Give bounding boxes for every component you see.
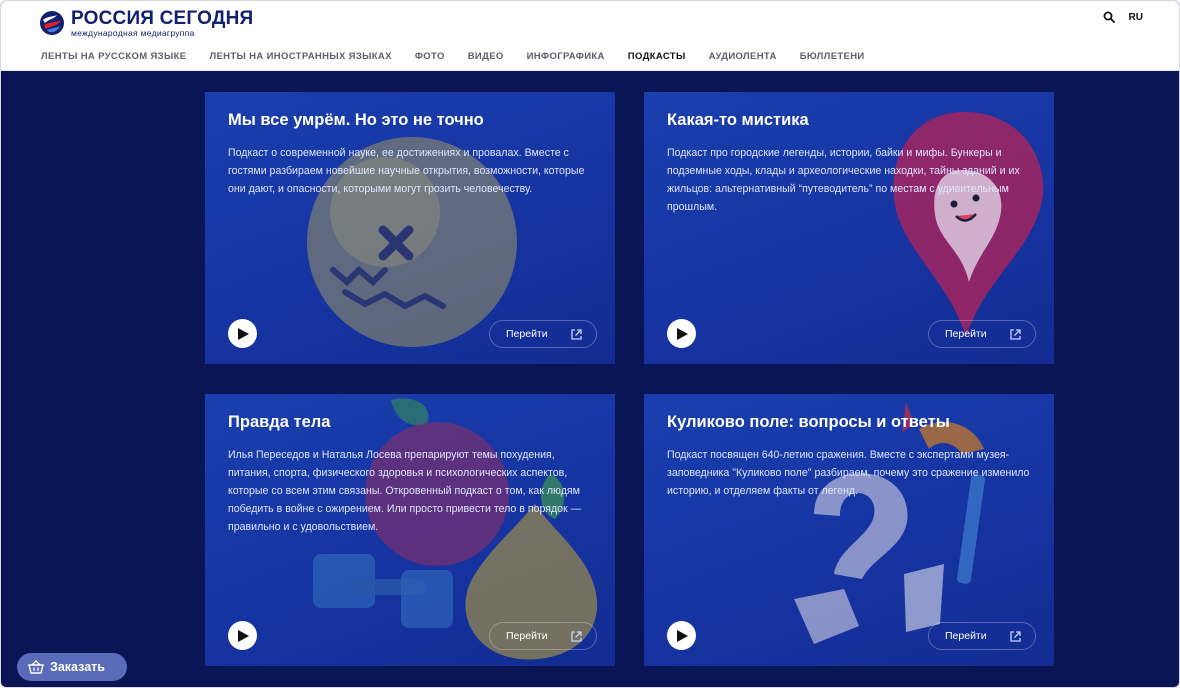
play-button[interactable] bbox=[667, 621, 696, 650]
go-button[interactable]: Перейти bbox=[928, 320, 1036, 348]
podcast-title: Правда тела bbox=[228, 413, 331, 431]
nav-item-infographics[interactable]: ИНФОГРАФИКА bbox=[527, 51, 605, 62]
podcast-description: Илья Переседов и Наталья Лосева препарир… bbox=[228, 449, 582, 533]
podcast-description: Подкаст про городские легенды, истории, … bbox=[667, 147, 1020, 213]
logo[interactable]: РОССИЯ СЕГОДНЯ международная медиагруппа bbox=[39, 7, 253, 39]
go-button[interactable]: Перейти bbox=[489, 320, 597, 348]
play-icon bbox=[677, 629, 688, 642]
share-external-icon bbox=[1009, 630, 1021, 642]
play-icon bbox=[238, 327, 249, 340]
play-icon bbox=[677, 327, 688, 340]
go-button-label: Перейти bbox=[506, 630, 548, 642]
nav-item-foreign-feeds[interactable]: ЛЕНТЫ НА ИНОСТРАННЫХ ЯЗЫКАХ bbox=[209, 51, 391, 62]
play-icon bbox=[238, 629, 249, 642]
nav-item-audiofeed[interactable]: АУДИОЛЕНТА bbox=[709, 51, 777, 62]
play-button[interactable] bbox=[667, 319, 696, 348]
go-button[interactable]: Перейти bbox=[928, 622, 1036, 650]
podcast-description: Подкаст посвящен 640-летию сражения. Вме… bbox=[667, 449, 1030, 497]
search-icon[interactable] bbox=[1103, 11, 1115, 23]
podcast-description: Подкаст о современной науке, ее достижен… bbox=[228, 147, 585, 195]
order-button-label: Заказать bbox=[50, 660, 105, 674]
header-actions: RU bbox=[1103, 11, 1143, 23]
logo-title: РОССИЯ СЕГОДНЯ bbox=[71, 7, 254, 29]
main-nav: ЛЕНТЫ НА РУССКОМ ЯЗЫКЕ ЛЕНТЫ НА ИНОСТРАН… bbox=[41, 51, 865, 62]
share-external-icon bbox=[570, 630, 582, 642]
nav-item-photo[interactable]: ФОТО bbox=[415, 51, 445, 62]
order-button[interactable]: Заказать bbox=[17, 653, 127, 681]
go-button-label: Перейти bbox=[945, 630, 987, 642]
podcast-title: Какая-то мистика bbox=[667, 111, 809, 129]
podcast-card[interactable]: Какая-то мистика Подкаст про городские л… bbox=[644, 92, 1054, 364]
podcast-card[interactable]: Правда тела Илья Переседов и Наталья Лос… bbox=[205, 394, 615, 666]
nav-item-video[interactable]: ВИДЕО bbox=[468, 51, 504, 62]
nav-item-podcasts[interactable]: ПОДКАСТЫ bbox=[628, 51, 686, 62]
share-external-icon bbox=[1009, 328, 1021, 340]
nav-item-russian-feeds[interactable]: ЛЕНТЫ НА РУССКОМ ЯЗЫКЕ bbox=[41, 51, 186, 62]
nav-item-bulletins[interactable]: БЮЛЛЕТЕНИ bbox=[800, 51, 865, 62]
page: РОССИЯ СЕГОДНЯ международная медиагруппа… bbox=[0, 0, 1180, 688]
globe-logo-icon bbox=[40, 11, 64, 35]
go-button-label: Перейти bbox=[506, 328, 548, 340]
podcast-title: Мы все умрём. Но это не точно bbox=[228, 111, 484, 129]
logo-subtitle: международная медиагруппа bbox=[71, 27, 195, 38]
go-button-label: Перейти bbox=[945, 328, 987, 340]
go-button[interactable]: Перейти bbox=[489, 622, 597, 650]
site-header: РОССИЯ СЕГОДНЯ международная медиагруппа… bbox=[1, 1, 1179, 71]
play-button[interactable] bbox=[228, 319, 257, 348]
podcast-title: Куликово поле: вопросы и ответы bbox=[667, 413, 950, 431]
basket-icon bbox=[28, 660, 44, 674]
podcast-card[interactable]: Мы все умрём. Но это не точно Подкаст о … bbox=[205, 92, 615, 364]
podcast-card[interactable]: Куликово поле: вопросы и ответы Подкаст … bbox=[644, 394, 1054, 666]
share-external-icon bbox=[570, 328, 582, 340]
language-switch[interactable]: RU bbox=[1129, 12, 1143, 23]
play-button[interactable] bbox=[228, 621, 257, 650]
